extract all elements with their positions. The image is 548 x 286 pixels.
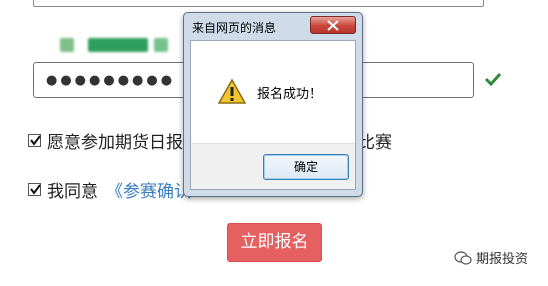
agree-daily-row: 愿意参加期货日报 <box>28 128 183 153</box>
dialog-message: 报名成功！ <box>257 87 323 102</box>
blurred-text-1 <box>60 38 74 52</box>
agree-terms-row: 我同意 《参赛确认 <box>28 177 191 202</box>
agree-daily-checkbox[interactable] <box>28 134 41 147</box>
blurred-text-2 <box>88 38 148 52</box>
valid-check-icon <box>484 72 502 86</box>
wechat-logo-icon <box>454 250 472 265</box>
agree-daily-label: 愿意参加期货日报 <box>47 133 183 153</box>
alert-dialog: 来自网页的消息 报名成功！ 确定 <box>183 12 363 197</box>
warning-icon <box>217 78 247 104</box>
dialog-ok-button[interactable]: 确定 <box>263 154 349 180</box>
dialog-footer: 确定 <box>191 143 355 189</box>
close-icon <box>327 20 339 31</box>
dialog-title: 来自网页的消息 <box>192 21 277 35</box>
agree-terms-checkbox[interactable] <box>28 183 41 196</box>
previous-input-field[interactable] <box>33 0 484 7</box>
checkmark-icon <box>30 184 41 195</box>
watermark: 期报投资 <box>454 248 528 267</box>
terms-link[interactable]: 《参赛确认 <box>106 177 191 202</box>
checkmark-icon <box>30 135 41 146</box>
dialog-close-button[interactable] <box>310 16 356 34</box>
agree-terms-label: 我同意 <box>47 182 98 202</box>
dialog-body: 报名成功！ 确定 <box>190 40 356 190</box>
watermark-text: 期报投资 <box>476 252 529 267</box>
blurred-text-3 <box>154 38 168 52</box>
submit-register-button[interactable]: 立即报名 <box>227 223 322 262</box>
